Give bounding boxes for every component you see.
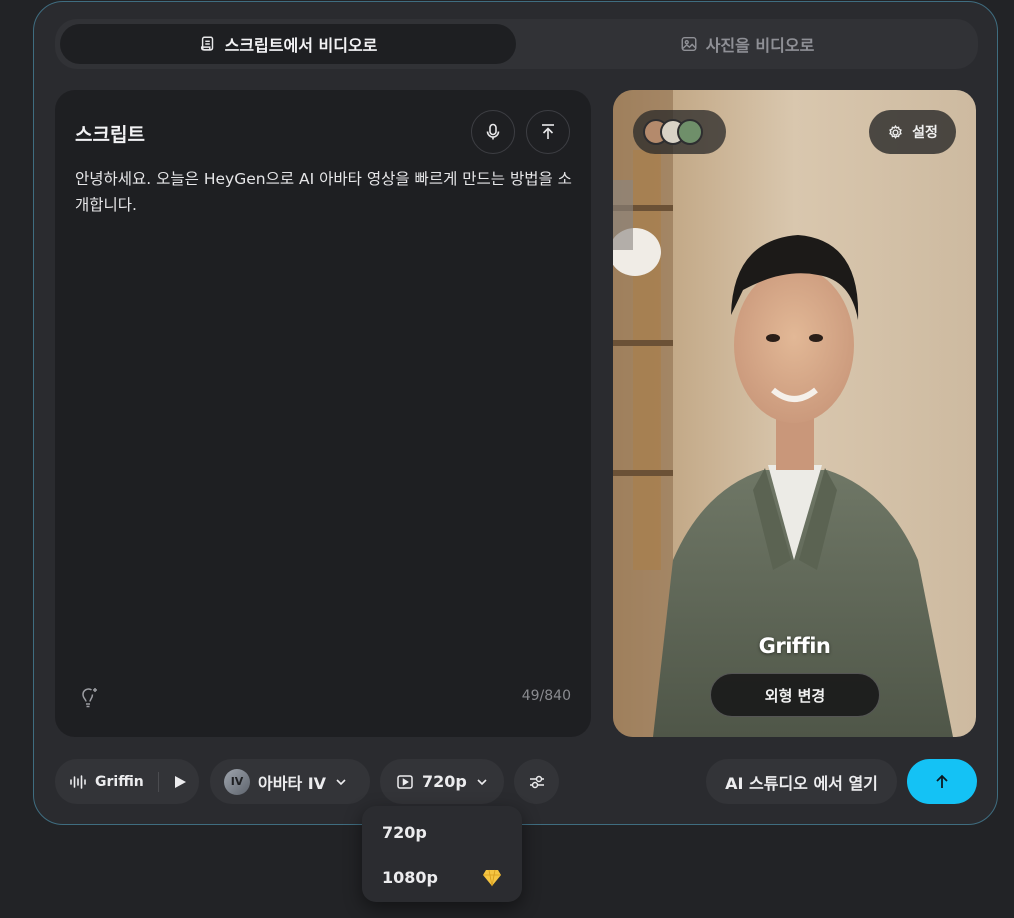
script-textarea[interactable]: 안녕하세요. 오늘은 HeyGen으로 AI 아바타 영상을 빠르게 만드는 방…	[75, 166, 575, 218]
open-in-studio-button[interactable]: AI 스튜디오 에서 열기	[706, 759, 897, 804]
voice-name: Griffin	[95, 773, 144, 790]
resolution-menu: 720p 1080p	[362, 806, 522, 902]
model-label: 아바타 IV	[258, 773, 327, 793]
video-icon	[397, 774, 413, 789]
tab-label: 스크립트에서 비디오로	[224, 36, 378, 55]
chevron-down-icon	[336, 778, 346, 785]
play-icon[interactable]	[173, 775, 187, 789]
resolution-option-720p[interactable]: 720p	[382, 823, 427, 842]
upload-icon	[542, 124, 554, 139]
script-title: 스크립트	[75, 124, 145, 146]
script-panel: 스크립트 안녕하세요. 오늘은 HeyGen으로 AI 아바타 영상을 빠르게 …	[55, 90, 591, 737]
resolution-value: 720p	[422, 772, 467, 791]
advanced-settings-button[interactable]	[514, 759, 559, 804]
premium-gem-icon	[483, 869, 501, 887]
settings-label: 설정	[912, 125, 938, 141]
divider	[157, 771, 159, 792]
avatar-name: Griffin	[758, 634, 831, 658]
resolution-selector[interactable]: 720p	[380, 759, 504, 804]
sliders-icon	[529, 775, 544, 788]
tab-photo-to-video[interactable]: 사진을 비디오로	[521, 24, 973, 64]
microphone-icon	[486, 123, 500, 140]
chevron-down-icon	[477, 778, 487, 785]
tab-script-to-video[interactable]: 스크립트에서 비디오로	[60, 24, 516, 64]
arrow-up-icon	[936, 774, 948, 788]
upload-button[interactable]	[526, 110, 570, 154]
model-badge: IV	[224, 768, 250, 795]
settings-button[interactable]: 설정	[869, 110, 956, 154]
microphone-button[interactable]	[471, 110, 515, 154]
script-icon	[200, 36, 213, 51]
avatar-selector[interactable]	[633, 110, 726, 154]
change-look-button[interactable]: 외형 변경	[710, 673, 880, 717]
mode-tabs: 스크립트에서 비디오로 사진을 비디오로	[55, 19, 978, 69]
character-counter: 49/840	[521, 688, 571, 704]
avatar-thumbnail	[677, 119, 703, 145]
gear-icon	[889, 124, 902, 139]
image-icon	[681, 36, 697, 52]
lightbulb-sparkle-icon[interactable]	[78, 686, 100, 708]
voice-selector[interactable]: Griffin	[55, 759, 199, 804]
resolution-option-1080p[interactable]: 1080p	[382, 868, 438, 887]
waveform-icon	[70, 774, 86, 789]
tab-label: 사진을 비디오로	[705, 36, 815, 55]
avatar-model-selector[interactable]: IV 아바타 IV	[210, 759, 370, 804]
avatar-preview: 설정 Griffin 외형 변경	[613, 90, 976, 737]
submit-button[interactable]	[907, 759, 977, 804]
